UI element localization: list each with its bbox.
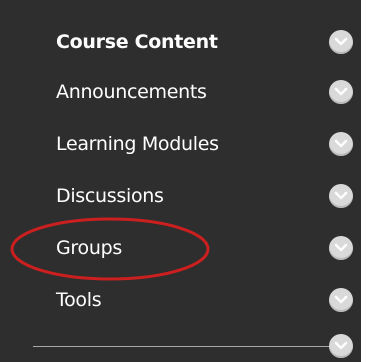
menu-item-label: Groups <box>56 237 122 259</box>
chevron-down-icon[interactable] <box>329 80 353 104</box>
chevron-down-icon[interactable] <box>329 30 353 54</box>
chevron-down-icon[interactable] <box>329 184 353 208</box>
menu-item-learning-modules[interactable]: Learning Modules <box>0 118 367 170</box>
menu-item-label: Discussions <box>56 185 164 207</box>
course-menu-panel: Course Content Announcements Learning Mo… <box>0 0 367 362</box>
menu-item-tools[interactable]: Tools <box>0 274 367 326</box>
chevron-down-icon[interactable] <box>329 132 353 156</box>
menu-item-label: Learning Modules <box>56 133 219 155</box>
chevron-down-icon[interactable] <box>329 334 353 358</box>
menu-item-announcements[interactable]: Announcements <box>0 66 367 118</box>
chevron-down-icon[interactable] <box>329 288 353 312</box>
chevron-down-icon[interactable] <box>329 236 353 260</box>
menu-item-groups[interactable]: Groups <box>0 222 367 274</box>
menu-divider <box>33 346 333 347</box>
menu-item-label: Course Content <box>56 31 218 53</box>
menu-item-label: Tools <box>56 289 102 311</box>
menu-item-label: Announcements <box>56 81 207 103</box>
menu-item-course-content[interactable]: Course Content <box>0 16 367 68</box>
menu-item-discussions[interactable]: Discussions <box>0 170 367 222</box>
